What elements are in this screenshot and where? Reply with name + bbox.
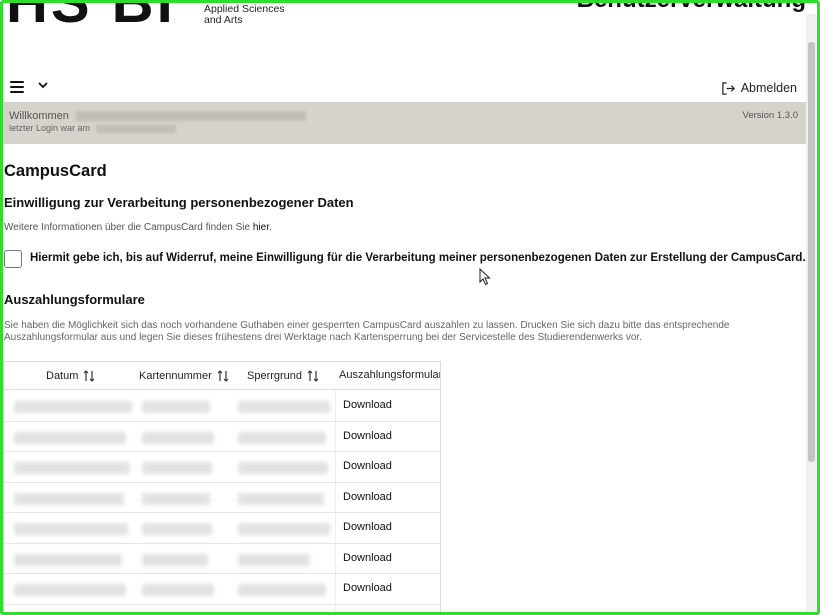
- redacted-date: [14, 492, 124, 505]
- redacted-reason: [238, 492, 324, 505]
- info-text-lead: Weitere Informationen über die CampusCar…: [4, 222, 253, 233]
- sort-icon[interactable]: [217, 369, 229, 383]
- welcome-bar: Willkommen letzter Login war am Version …: [3, 102, 806, 144]
- sort-icon[interactable]: [307, 369, 319, 383]
- logout-button[interactable]: Abmelden: [721, 78, 797, 98]
- download-link[interactable]: Download: [343, 460, 392, 472]
- table-row: Download: [4, 483, 440, 513]
- redacted-card-number: [142, 401, 210, 413]
- app-title: Benutzerverwaltung: [577, 0, 806, 14]
- redacted-date: [14, 462, 130, 474]
- download-link[interactable]: Download: [343, 399, 392, 411]
- logo: HS BI: [6, 0, 176, 35]
- table-row: Download: [4, 422, 440, 452]
- redacted-reason: [238, 523, 330, 535]
- redacted-date: [14, 523, 128, 535]
- mouse-cursor-icon: [479, 268, 491, 286]
- info-link[interactable]: hier: [253, 222, 269, 233]
- redacted-reason: [238, 431, 326, 444]
- redacted-reason: [238, 584, 326, 596]
- download-link[interactable]: Download: [343, 430, 392, 442]
- info-text-end: .: [268, 222, 272, 233]
- column-label: Sperrgrund: [247, 370, 303, 382]
- column-label: Kartennummer: [139, 370, 212, 382]
- table-row: Download: [4, 544, 440, 574]
- version-label: Version 1.3.0: [742, 110, 798, 121]
- table-header: Datum Kartennummer Sperrgrund Auszahlung…: [4, 362, 441, 390]
- column-header-datum[interactable]: Datum: [46, 369, 95, 383]
- logout-icon: [721, 81, 735, 95]
- column-label: Auszahlungsformular: [339, 369, 441, 381]
- page-title: CampusCard: [4, 162, 107, 180]
- forms-heading: Auszahlungsformulare: [4, 292, 145, 307]
- welcome-line: Willkommen: [9, 110, 306, 122]
- sort-icon[interactable]: [83, 369, 95, 383]
- scrollbar[interactable]: [806, 14, 817, 612]
- last-login-label: letzter Login war am: [9, 123, 91, 133]
- download-link[interactable]: Download: [343, 582, 392, 594]
- last-login-line: letzter Login war am: [9, 123, 176, 133]
- redacted-reason: [238, 401, 330, 413]
- table-row: Download: [4, 574, 440, 605]
- table-row: Download: [4, 391, 440, 422]
- hamburger-icon[interactable]: [10, 81, 24, 93]
- download-link[interactable]: Download: [343, 491, 392, 503]
- payout-forms-table: Datum Kartennummer Sperrgrund Auszahlung…: [3, 361, 441, 613]
- download-link[interactable]: Download: [343, 552, 392, 564]
- redacted-username: [75, 111, 306, 122]
- redacted-card-number: [142, 584, 214, 596]
- consent-checkbox[interactable]: [4, 250, 22, 268]
- logo-subtitle-line2: and Arts: [204, 14, 243, 26]
- redacted-card-number: [142, 431, 214, 444]
- redacted-login-date: [95, 124, 176, 133]
- redacted-card-number: [142, 492, 210, 505]
- welcome-greeting: Willkommen: [9, 110, 69, 122]
- scrollbar-thumb[interactable]: [808, 42, 815, 462]
- column-label: Datum: [46, 370, 79, 382]
- consent-label[interactable]: Hiermit gebe ich, bis auf Widerruf, mein…: [30, 252, 806, 264]
- redacted-card-number: [142, 462, 212, 474]
- redacted-date: [14, 431, 126, 444]
- forms-description: Sie haben die Möglichkeit sich das noch …: [4, 320, 730, 343]
- info-text: Weitere Informationen über die CampusCar…: [4, 222, 272, 233]
- logout-label: Abmelden: [740, 81, 797, 95]
- column-header-kartennummer[interactable]: Kartennummer: [139, 369, 229, 383]
- redacted-date: [14, 584, 126, 596]
- top-bar: Abmelden: [3, 76, 805, 100]
- table-row: Download: [4, 513, 440, 544]
- column-header-auszahlungsformular: Auszahlungsformular: [339, 369, 441, 381]
- redacted-reason: [238, 553, 310, 566]
- redacted-date: [14, 553, 122, 566]
- chevron-down-icon[interactable]: [37, 80, 49, 90]
- redacted-reason: [238, 462, 328, 474]
- redacted-card-number: [142, 553, 208, 566]
- download-link[interactable]: Download: [343, 521, 392, 533]
- column-header-sperrgrund[interactable]: Sperrgrund: [247, 369, 319, 383]
- redacted-card-number: [142, 523, 212, 535]
- redacted-date: [14, 401, 132, 413]
- consent-heading: Einwilligung zur Verarbeitung personenbe…: [4, 195, 354, 210]
- logo-subtitle: Applied Sciences and Arts: [204, 4, 285, 26]
- table-row: Download: [4, 452, 440, 483]
